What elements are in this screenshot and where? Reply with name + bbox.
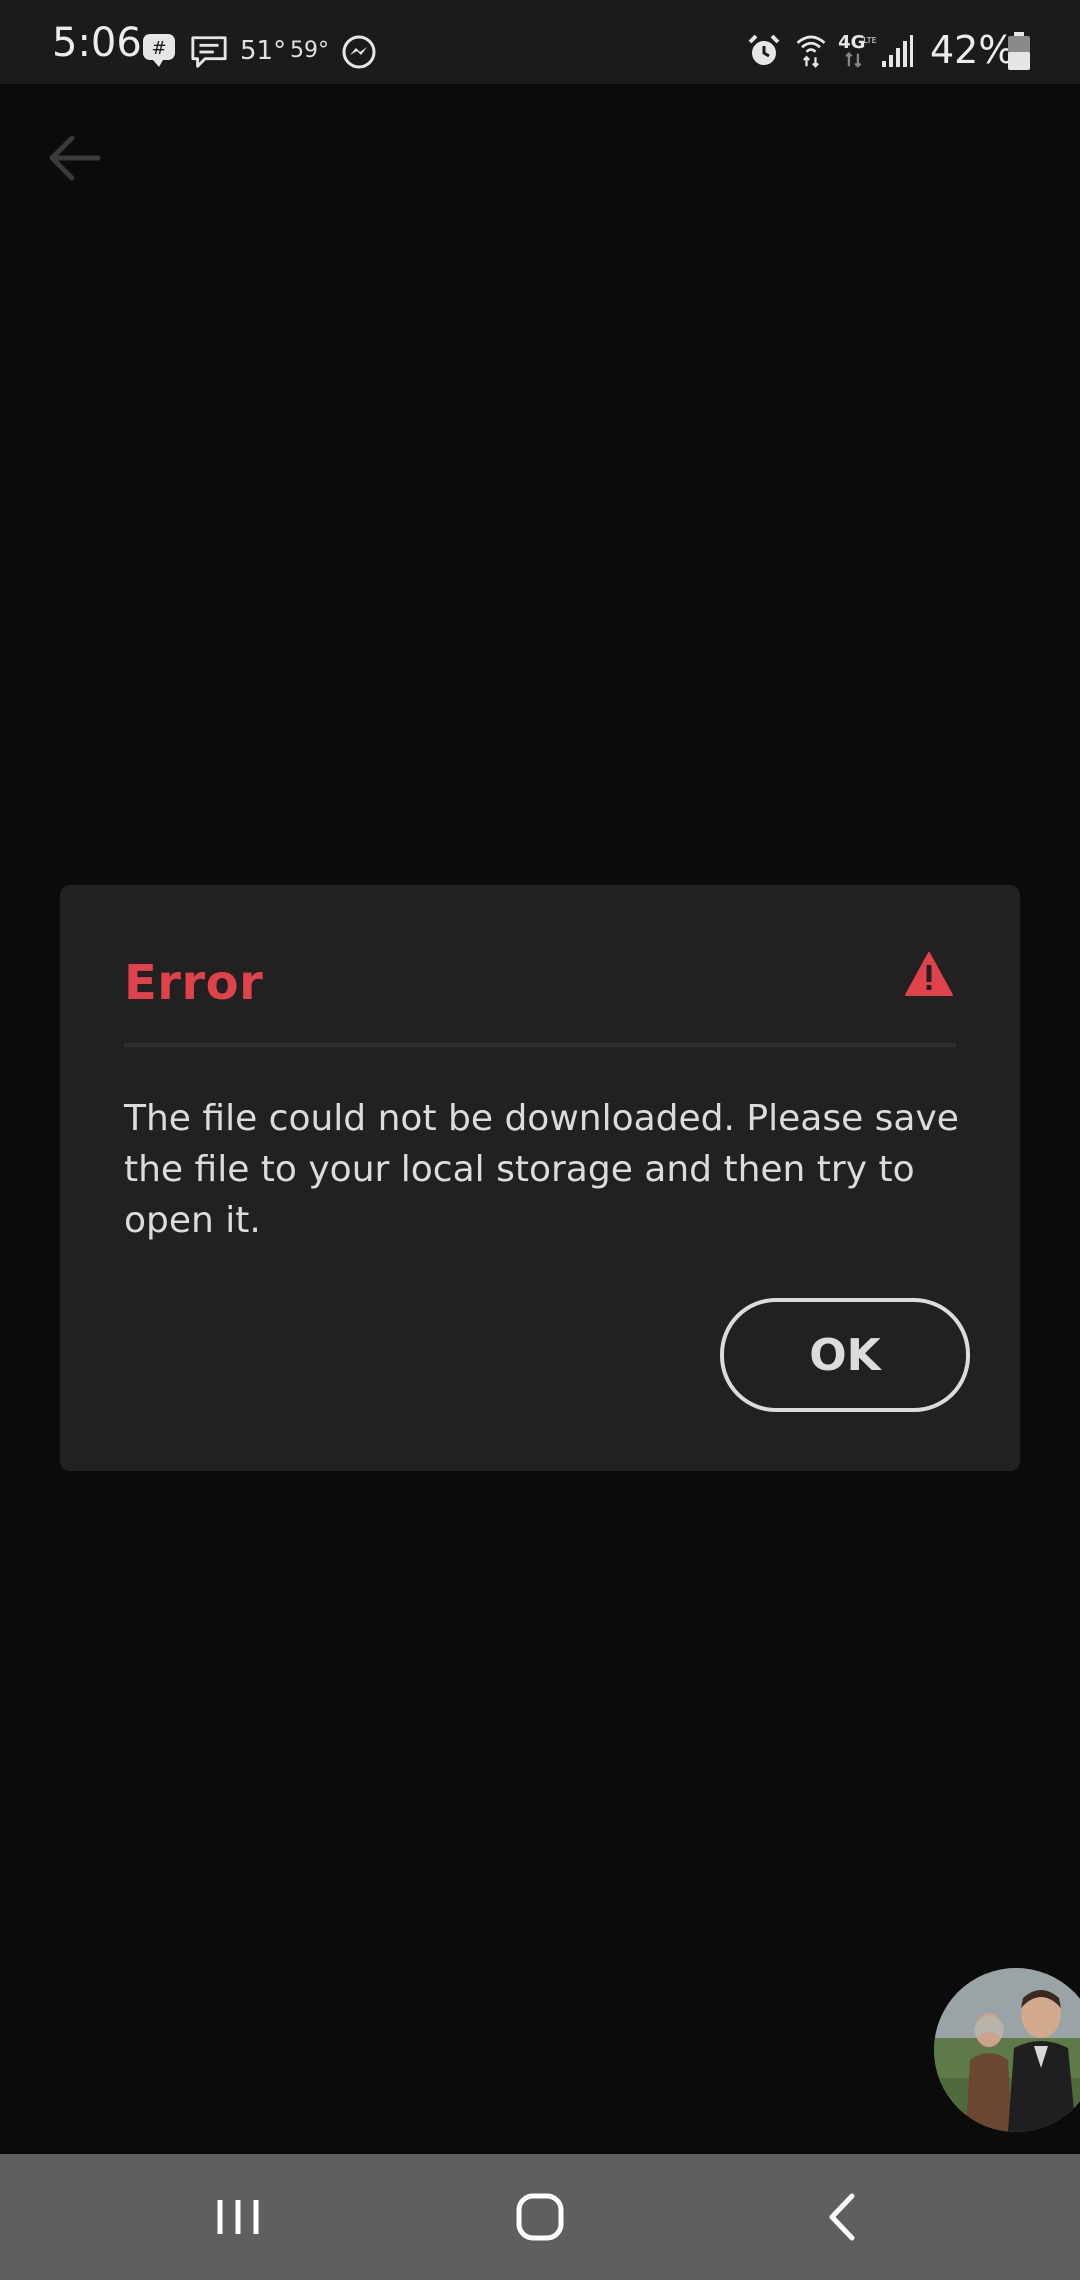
back-arrow-icon[interactable] — [44, 132, 104, 184]
battery-percentage: 42% — [930, 28, 1015, 72]
recent-apps-icon[interactable] — [200, 2182, 280, 2252]
dialog-message: The file could not be downloaded. Please… — [124, 1098, 959, 1241]
dialog-divider — [124, 1043, 956, 1047]
navigation-bar — [0, 2154, 1080, 2280]
svg-text:4G: 4G — [838, 32, 865, 53]
warning-icon — [905, 952, 953, 996]
status-time: 5:06 — [52, 20, 142, 66]
chat-bubble-icon: # — [143, 34, 175, 67]
screen: 5:06 # 51° 59° 4G LTE 42% Error The file… — [0, 0, 1080, 2280]
svg-text:LTE: LTE — [863, 35, 876, 45]
error-dialog: Error The file could not be downloaded. … — [60, 885, 1020, 1471]
messenger-icon — [342, 35, 376, 69]
ok-button[interactable]: OK — [720, 1298, 970, 1412]
battery-icon — [1008, 32, 1030, 70]
chat-head-avatar[interactable] — [934, 1968, 1080, 2132]
wifi-icon — [796, 35, 826, 68]
4g-lte-icon: 4G LTE — [838, 32, 877, 68]
status-temperature-2: 59° — [290, 38, 329, 63]
back-icon[interactable] — [802, 2182, 882, 2252]
dialog-title: Error — [124, 955, 264, 1011]
status-temperature-1: 51° — [240, 36, 287, 66]
alarm-icon — [748, 34, 780, 65]
avatar — [934, 1968, 1080, 2132]
message-icon — [191, 36, 227, 68]
svg-text:#: # — [151, 38, 166, 59]
home-icon[interactable] — [500, 2182, 580, 2252]
status-bar: 5:06 # 51° 59° 4G LTE 42% — [0, 0, 1080, 84]
signal-icon — [882, 35, 913, 67]
